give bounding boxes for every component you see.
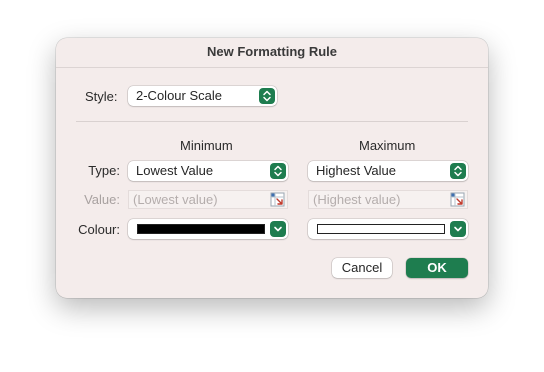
maximum-type-value: Highest Value <box>316 163 396 178</box>
minimum-type-value: Lowest Value <box>136 163 214 178</box>
style-select[interactable]: 2-Colour Scale <box>128 86 277 106</box>
minimum-header: Minimum <box>180 138 233 153</box>
new-formatting-rule-dialog: New Formatting Rule Style: 2-Colour Scal… <box>56 38 488 298</box>
minimum-colour-swatch <box>137 224 265 234</box>
chevron-down-icon <box>270 221 286 237</box>
ok-button[interactable]: OK <box>406 258 468 278</box>
type-label: Type: <box>88 163 120 178</box>
colour-label: Colour: <box>78 222 120 237</box>
value-label: Value: <box>84 192 120 207</box>
maximum-header: Maximum <box>359 138 416 153</box>
range-select-icon <box>270 192 285 207</box>
maximum-colour-picker[interactable] <box>308 219 468 239</box>
style-label: Style: <box>85 89 118 104</box>
chevron-down-icon <box>450 221 466 237</box>
minimum-value-placeholder: (Lowest value) <box>133 192 218 207</box>
minimum-colour-picker[interactable] <box>128 219 288 239</box>
maximum-colour-swatch <box>317 224 445 234</box>
up-down-chevron-icon <box>450 163 466 179</box>
maximum-value-placeholder: (Highest value) <box>313 192 401 207</box>
style-select-value: 2-Colour Scale <box>136 88 222 103</box>
up-down-chevron-icon <box>270 163 286 179</box>
minimum-type-select[interactable]: Lowest Value <box>128 161 288 181</box>
maximum-type-select[interactable]: Highest Value <box>308 161 468 181</box>
cancel-button[interactable]: Cancel <box>332 258 392 278</box>
section-divider <box>76 121 468 122</box>
range-select-icon <box>450 192 465 207</box>
up-down-chevron-icon <box>259 88 275 104</box>
minimum-value-field: (Lowest value) <box>128 190 288 209</box>
maximum-value-field: (Highest value) <box>308 190 468 209</box>
dialog-title: New Formatting Rule <box>56 38 488 68</box>
